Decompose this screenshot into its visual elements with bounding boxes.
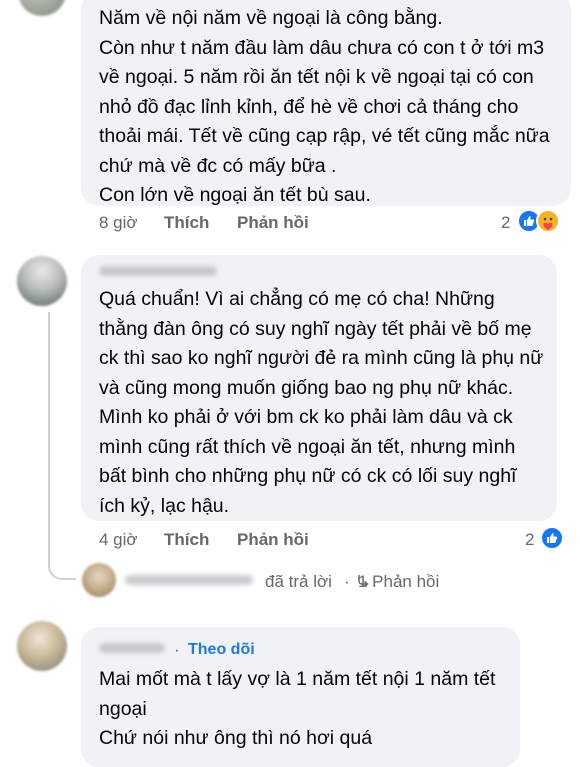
like-button[interactable]: Thích — [164, 530, 209, 550]
separator-dot: · — [174, 640, 180, 659]
avatar[interactable] — [17, 256, 67, 306]
replier-name[interactable] — [125, 575, 253, 585]
comment-time[interactable]: 4 giờ — [99, 530, 138, 550]
reply-button[interactable]: Phản hồi — [237, 213, 309, 233]
reply-action-text: đã trả lời — [265, 572, 332, 591]
reply-button[interactable]: Phản hồi — [237, 530, 309, 550]
comment-text: Quá chuẩn! Vì ai chẳng có mẹ có cha! Nhữ… — [99, 288, 544, 517]
thread-line — [48, 312, 50, 564]
follow-button[interactable]: Theo dõi — [188, 641, 255, 659]
reply-count-link[interactable]: 1 Phản hồi — [358, 572, 439, 592]
care-icon[interactable] — [536, 209, 560, 233]
author-name[interactable] — [99, 266, 217, 276]
reaction-count[interactable]: 2 — [501, 213, 510, 233]
author-name[interactable] — [99, 643, 165, 653]
avatar[interactable] — [82, 563, 116, 597]
separator-dot: · — [344, 572, 350, 591]
like-icon[interactable] — [540, 526, 564, 550]
thumbs-up-icon — [547, 533, 558, 543]
avatar[interactable] — [17, 621, 67, 671]
reaction-count[interactable]: 2 — [525, 530, 534, 550]
comment-text: Mai mốt mà t lấy vợ là 1 năm tết nội 1 n… — [99, 668, 496, 749]
comment-text: Năm về nội năm về ngoại là công bằng. Cò… — [99, 7, 550, 206]
avatar[interactable] — [18, 0, 66, 16]
thumbs-up-icon — [524, 216, 535, 226]
like-button[interactable]: Thích — [164, 213, 209, 233]
thread-line — [48, 562, 76, 580]
comment-time[interactable]: 8 giờ — [99, 213, 138, 233]
care-face-icon — [543, 217, 553, 230]
